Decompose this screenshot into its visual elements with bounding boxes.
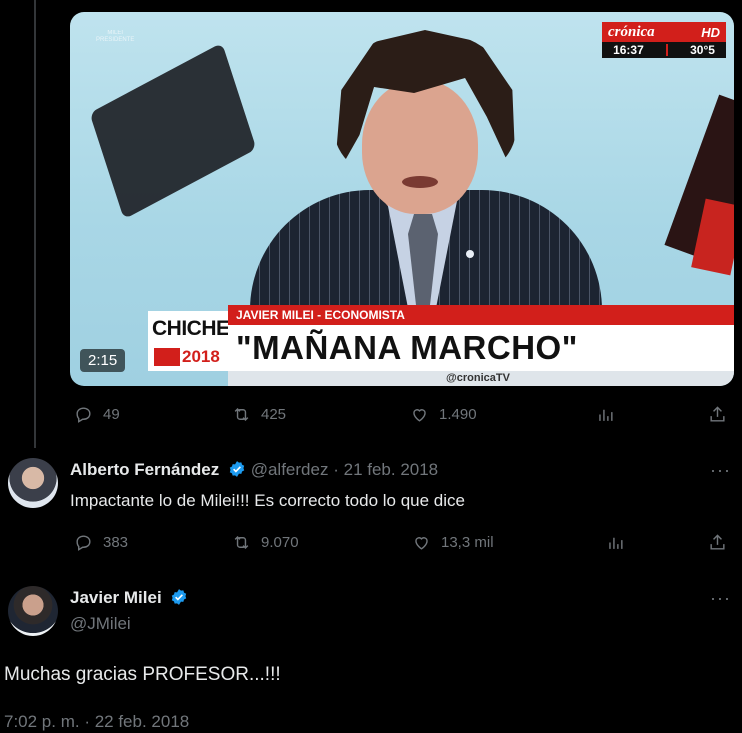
share-icon <box>710 534 725 550</box>
like-button[interactable]: 1.490 <box>410 405 477 424</box>
reply-button[interactable]: 383 <box>74 533 128 552</box>
video-player[interactable]: MILEI PRESIDENTE crónica HD 16:37 30°5 C… <box>70 12 734 386</box>
like-icon <box>413 409 426 422</box>
tweet-author[interactable]: Javier Milei <box>70 588 188 608</box>
video-duration: 2:15 <box>80 349 126 372</box>
tweet-date[interactable]: 21 feb. 2018 <box>344 460 439 479</box>
reply-icon <box>76 407 91 423</box>
retweet-icon <box>234 407 249 422</box>
channel-brand: crónica <box>608 23 655 40</box>
lower-third-quote: "MAÑANA MARCHO" <box>228 325 734 371</box>
tweet-author[interactable]: Alberto Fernández @alferdez · 21 feb. 20… <box>70 460 438 480</box>
video-watermark: MILEI PRESIDENTE <box>96 30 135 43</box>
retweet-button[interactable]: 425 <box>232 405 286 424</box>
tweet-author-handle[interactable]: @alferdez <box>251 460 329 479</box>
views-icon <box>609 537 623 549</box>
avatar-javier-milei[interactable] <box>8 586 58 636</box>
views-icon <box>599 409 613 421</box>
channel-logo: crónica HD 16:37 30°5 <box>602 22 726 60</box>
like-icon <box>415 537 428 550</box>
reply-icon <box>76 535 91 551</box>
more-icon[interactable]: ··· <box>710 460 731 481</box>
tweet-text: Muchas gracias PROFESOR...!!! <box>4 664 281 685</box>
video-subject-image <box>250 26 602 350</box>
lower-third-handle: @cronicaTV <box>228 371 734 386</box>
background-shape <box>89 42 257 220</box>
channel-clock: 16:37 <box>613 43 644 57</box>
channel-temperature: 30°5 <box>690 43 715 57</box>
share-icon <box>710 406 725 422</box>
share-button[interactable] <box>708 405 727 424</box>
views-button[interactable] <box>596 405 615 424</box>
like-button[interactable]: 13,3 mil <box>412 533 494 552</box>
program-tag: CHICHE 2018 <box>148 311 230 371</box>
reply-button[interactable]: 49 <box>74 405 120 424</box>
more-icon[interactable]: ··· <box>710 588 731 609</box>
share-button[interactable] <box>708 533 727 552</box>
tweet-text: Impactante lo de Milei!!! Es correcto to… <box>70 491 465 510</box>
thread-line <box>34 0 36 448</box>
views-button[interactable] <box>606 533 625 552</box>
tweet-author-handle[interactable]: @JMilei <box>70 614 131 634</box>
tweet-timestamp[interactable]: 7:02 p. m. · 22 feb. 2018 <box>4 712 189 732</box>
verified-badge-icon <box>229 461 245 477</box>
retweet-icon <box>234 535 249 550</box>
avatar-alberto-fernandez[interactable] <box>8 458 58 508</box>
lower-third: CHICHE 2018 JAVIER MILEI - ECONOMISTA "M… <box>148 305 734 386</box>
channel-hd: HD <box>701 24 720 40</box>
retweet-button[interactable]: 9.070 <box>232 533 299 552</box>
verified-badge-icon <box>172 589 187 605</box>
lower-third-name: JAVIER MILEI - ECONOMISTA <box>228 305 734 325</box>
